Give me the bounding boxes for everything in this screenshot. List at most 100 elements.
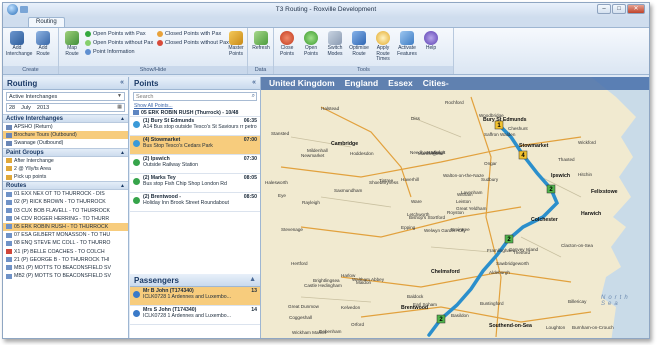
paint-group-item[interactable]: 2 @ Ylly/ts Area <box>3 165 128 173</box>
map-place-label: Ipswich <box>551 173 571 179</box>
date-picker[interactable]: 28 July 2013 ▦ <box>6 103 125 112</box>
point-row[interactable]: (2) Marks Tey Bus stop Fish Chip Shop Lon… <box>130 174 260 194</box>
map-place-label: Saffron Walden <box>484 132 516 137</box>
calendar-icon[interactable]: ▦ <box>117 104 122 110</box>
interchange-item[interactable]: Brochure Tours (Outbound) <box>3 131 128 140</box>
map-place-label: Stansted <box>271 131 290 136</box>
add-interchange-button[interactable]: Add Interchange <box>6 31 32 57</box>
list-item-icon <box>6 174 12 180</box>
paint-group-item[interactable]: After Interchange <box>3 157 128 165</box>
passenger-row[interactable]: Mrs S John (T174340) ICLK0728 1 Ardennes … <box>130 306 260 325</box>
maximize-button[interactable]: □ <box>612 4 626 14</box>
list-item-label: Pick up points <box>14 174 47 181</box>
route-item[interactable]: 21 (P) GEORGE B - TO THURROCK THI <box>3 256 128 264</box>
route-item[interactable]: 04 CDV ROGER HERRING - TO THURR <box>3 215 128 223</box>
map-place-label: Southend-on-Sea <box>489 323 532 329</box>
route-item[interactable]: 07 ESA GILBERT MONASSON - TO THU <box>3 231 128 239</box>
breadcrumb-country[interactable]: United Kingdom <box>269 78 335 89</box>
map-place-label: Walton-on-the-Naze <box>443 173 484 178</box>
routes-header[interactable]: Routes ▲ <box>3 181 128 191</box>
interchange-item[interactable]: Swanage (Outbound) <box>3 139 128 147</box>
point-row[interactable]: (2) Ipswich Outside Railway Station 07:30 <box>130 155 260 175</box>
breadcrumb-region[interactable]: England <box>345 78 379 89</box>
close-button[interactable]: ✕ <box>627 4 645 14</box>
passenger-row[interactable]: Mr B John (T174340) ICLK0728 1 Ardennes a… <box>130 287 260 306</box>
help-button[interactable]: Help <box>420 31 442 52</box>
route-item[interactable]: MB2 (P) MOTTS TO BEACONSFIELD SV <box>3 272 128 280</box>
add-route-button[interactable]: Add Route <box>32 31 54 57</box>
title-bar: T3 Routing - Roxville Development – □ ✕ <box>3 3 649 17</box>
points-pane: Points « Search ⌕ Show All Points... 05 ER… <box>130 77 261 338</box>
map-place-label: Coggeshall <box>289 315 312 320</box>
route-item[interactable]: 02 (P) RICK BROWN - TO THURROCK <box>3 198 128 206</box>
interchange-filter-select[interactable]: Active Interchanges ▼ <box>6 92 125 101</box>
map-place-label: Mildenhall <box>307 148 328 153</box>
info-icon <box>85 49 91 55</box>
point-row[interactable]: (4) Stowmarket Bus Stop Tesco's Cedars Pa… <box>130 136 260 156</box>
open-points-with-pax-toggle[interactable]: Open Points with Pax <box>85 31 146 37</box>
breadcrumb-county[interactable]: Essex <box>388 78 413 89</box>
route-icon <box>36 31 50 45</box>
master-points-button[interactable]: Master Points <box>225 31 247 57</box>
search-icon[interactable]: ⌕ <box>252 93 255 100</box>
map-place-label: Wickford <box>578 140 596 145</box>
route-item[interactable]: 05 ERK ROBIN RUSH - TO THURROCK <box>3 222 128 232</box>
point-description: Bus Stop Tesco's Cedars Park <box>143 143 213 150</box>
collapse-chevron-icon[interactable]: « <box>120 79 124 86</box>
active-interchanges-header[interactable]: Active Interchanges ▲ <box>3 114 128 123</box>
list-item-label: Brochure Tours (Outbound) <box>14 132 77 139</box>
map-place-label: Lavenham <box>461 190 483 195</box>
map-place-label: Billericay <box>568 299 587 304</box>
routing-header: Routing « <box>3 77 128 90</box>
route-item[interactable]: 01 EXX NEX OT TO THURROCK - DIS <box>3 190 128 198</box>
route-item[interactable]: 08 ENQ STEVE MC COLL - TO THURRO <box>3 239 128 247</box>
map-view[interactable]: 14222 United Kingdom England Essex Citie… <box>261 77 649 338</box>
interchange-item[interactable]: APSHO (Return) <box>3 123 128 131</box>
map-place-label: Canvey Island <box>509 247 539 252</box>
list-item-icon <box>6 208 12 214</box>
refresh-button[interactable]: Refresh <box>250 31 272 52</box>
point-row[interactable]: (2) Brentwood - Holiday Inn Brook Street … <box>130 193 260 213</box>
optimise-route-button[interactable]: Optimise Route <box>348 31 370 57</box>
route-item[interactable]: 03 CUX BOB FLAVELL - TO THURROCK <box>3 207 128 215</box>
map-place-label: Stowmarket <box>519 143 549 149</box>
list-item-icon <box>6 199 12 205</box>
points-search-input[interactable]: Search ⌕ <box>133 92 257 101</box>
map-place-label: Loughton <box>546 325 566 330</box>
point-status-icon <box>133 159 140 167</box>
breadcrumb-cities[interactable]: Cities- <box>423 78 449 89</box>
map-place-label: Newmarket <box>301 153 325 158</box>
passenger-count: 14 <box>251 307 257 313</box>
close-points-button[interactable]: Close Points <box>276 31 298 57</box>
point-description: Holiday Inn Brook Street Roundabout <box>143 200 229 207</box>
map-place-label: Woodbridge <box>479 113 504 118</box>
collapse-chevron-icon[interactable]: « <box>252 79 256 86</box>
closed-points-with-pax-toggle[interactable]: Closed Points with Pax <box>157 31 221 37</box>
optimise-icon <box>352 31 366 45</box>
open-points-without-pax-toggle[interactable]: Open Points without Pax <box>85 40 153 46</box>
map-place-label: Cambridge <box>331 141 359 147</box>
closed-points-without-pax-toggle[interactable]: Closed Points without Pax <box>157 40 229 46</box>
activate-features-button[interactable]: Activate Features <box>396 31 418 57</box>
help-icon <box>424 31 438 45</box>
map-place-label: Thaxted <box>558 157 575 162</box>
map-place-label: Eye <box>278 193 286 198</box>
paint-groups-header[interactable]: Paint Groups ▲ <box>3 147 128 157</box>
ribbon-tab-row: Routing <box>3 17 649 27</box>
point-information-toggle[interactable]: Point Information <box>85 49 135 55</box>
expand-chevron-icon[interactable]: ▲ <box>249 276 256 283</box>
list-item-label: 2 @ Ylly/ts Area <box>14 165 51 172</box>
point-row[interactable]: (1) Bury St Edmunds A14 Bus stop outside … <box>130 117 260 137</box>
route-item[interactable]: MB1 (P) MOTTS TO BEACONSFIELD SV <box>3 264 128 272</box>
list-item-label: 07 ESA GILBERT MONASSON - TO THU <box>14 232 111 239</box>
switch-modes-button[interactable]: Switch Modes <box>324 31 346 57</box>
paint-group-item[interactable]: Pick up points <box>3 173 128 181</box>
open-points-button[interactable]: Open Points <box>300 31 322 57</box>
list-item-icon <box>6 216 12 222</box>
route-item[interactable]: X1 (P) BELLE COACHES - TO COLCH <box>3 247 128 255</box>
tab-routing[interactable]: Routing <box>28 17 65 27</box>
map-route-button[interactable]: Map Route <box>61 31 83 57</box>
minimize-button[interactable]: – <box>597 4 611 14</box>
apply-route-times-button[interactable]: Apply Route Times <box>372 31 394 63</box>
map-route-icon <box>65 31 79 45</box>
